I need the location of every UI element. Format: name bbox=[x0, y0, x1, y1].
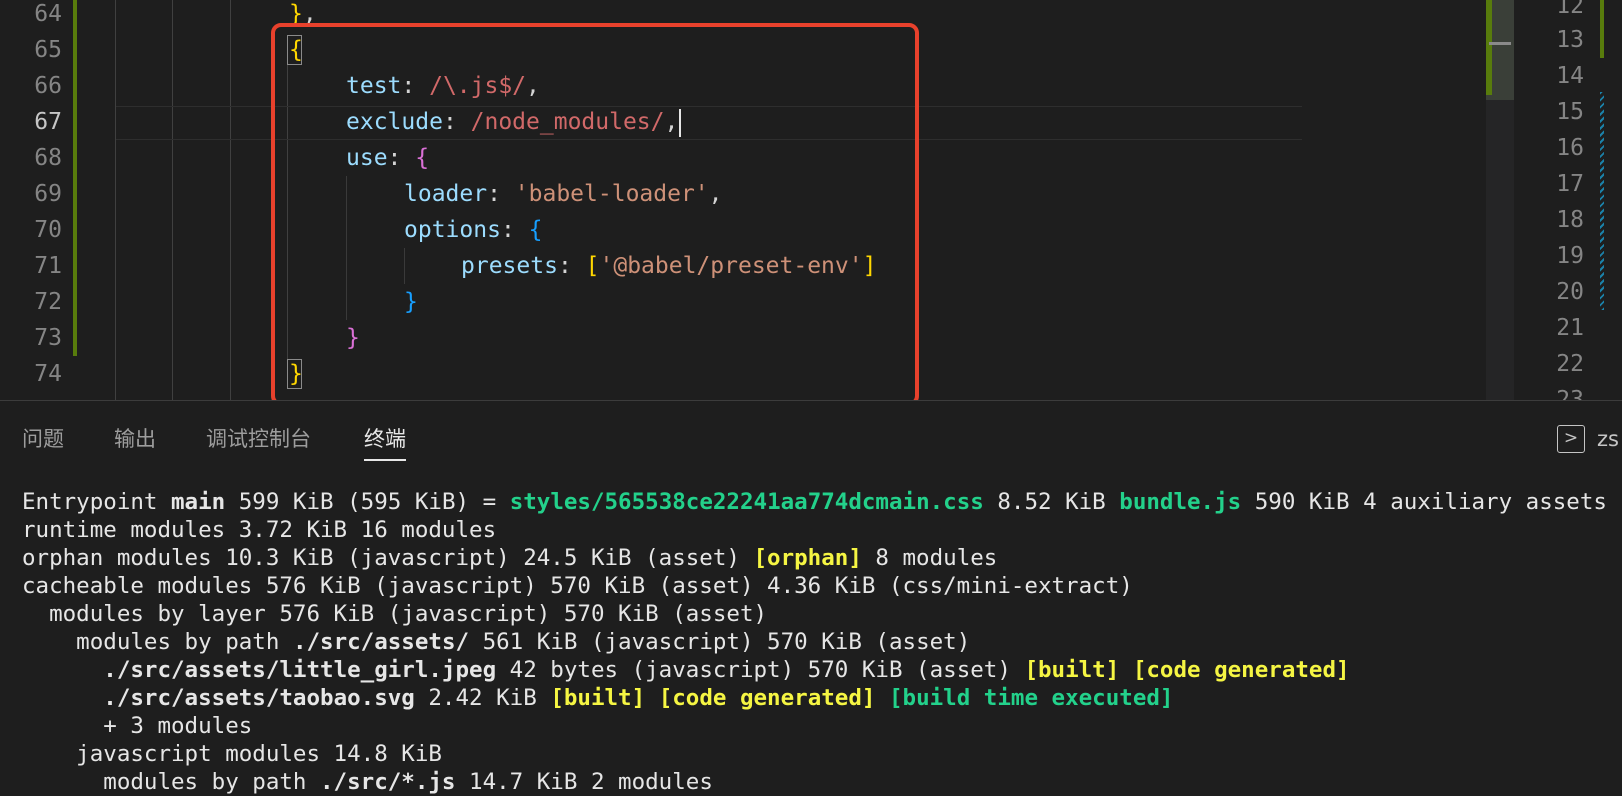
line-number: 64 bbox=[34, 1, 62, 27]
terminal-name[interactable]: zs bbox=[1597, 419, 1619, 459]
line-number: 72 bbox=[34, 289, 62, 315]
line-number: 65 bbox=[34, 37, 62, 63]
bottom-panel: 问题 输出 调试控制台 终端 > zs Entrypoint main 599 … bbox=[0, 400, 1622, 796]
indent-guide bbox=[172, 0, 173, 400]
line-number: 19 bbox=[1556, 243, 1584, 269]
terminal-line: cacheable modules 576 KiB (javascript) 5… bbox=[22, 573, 1133, 599]
line-number: 18 bbox=[1556, 207, 1584, 233]
git-change-indicator bbox=[73, 0, 77, 356]
line-number: 66 bbox=[34, 73, 62, 99]
line-number: 12 bbox=[1556, 0, 1584, 19]
terminal-line: ./src/assets/taobao.svg 2.42 KiB [built]… bbox=[103, 685, 1174, 711]
terminal-line: modules by path ./src/*.js 14.7 KiB 2 mo… bbox=[22, 769, 713, 795]
line-number: 69 bbox=[34, 181, 62, 207]
terminal-line: modules by layer 576 KiB (javascript) 57… bbox=[22, 601, 768, 627]
line-number: 68 bbox=[34, 145, 62, 171]
minimap-change-marker bbox=[1486, 0, 1492, 95]
line-number: 20 bbox=[1556, 279, 1584, 305]
line-number: 70 bbox=[34, 217, 62, 243]
annotation-highlight-box bbox=[271, 23, 919, 400]
line-number: 21 bbox=[1556, 315, 1584, 341]
terminal-line: modules by path ./src/assets/ 561 KiB (j… bbox=[22, 629, 971, 655]
line-number: 14 bbox=[1556, 63, 1584, 89]
git-modified-indicator bbox=[1600, 92, 1604, 310]
indent-guide bbox=[115, 0, 116, 400]
line-number: 17 bbox=[1556, 171, 1584, 197]
line-number: 74 bbox=[34, 361, 62, 387]
terminal-line: ./src/assets/little_girl.jpeg 42 bytes (… bbox=[103, 657, 1350, 683]
line-number: 15 bbox=[1556, 99, 1584, 125]
tab-debug-console[interactable]: 调试控制台 bbox=[206, 419, 311, 461]
line-number: 13 bbox=[1556, 27, 1584, 53]
line-number: 23 bbox=[1556, 387, 1584, 400]
terminal-line: + 3 modules bbox=[22, 713, 253, 739]
terminal-line: javascript modules 14.8 KiB bbox=[22, 741, 442, 767]
terminal-line: runtime modules 3.72 KiB 16 modules bbox=[22, 517, 497, 543]
tab-terminal[interactable]: 终端 bbox=[364, 419, 406, 461]
minimap-cursor-marker bbox=[1489, 42, 1511, 45]
terminal-icon[interactable]: > bbox=[1557, 425, 1585, 453]
terminal-line: orphan modules 10.3 KiB (javascript) 24.… bbox=[22, 545, 998, 571]
git-change-indicator bbox=[1600, 0, 1604, 58]
tab-output[interactable]: 输出 bbox=[114, 419, 156, 461]
indent-guide bbox=[230, 0, 231, 400]
minimap[interactable] bbox=[1486, 0, 1514, 400]
line-number: 16 bbox=[1556, 135, 1584, 161]
line-number: 22 bbox=[1556, 351, 1584, 377]
tab-problems[interactable]: 问题 bbox=[22, 419, 64, 461]
line-number: 73 bbox=[34, 325, 62, 351]
right-editor-pane[interactable]: 12 13 14 15 16 17 18 19 20 21 22 23 bbox=[1514, 0, 1622, 400]
line-number-active: 67 bbox=[34, 109, 62, 135]
code-editor[interactable]: 64 65 66 67 68 69 70 71 72 73 74 }, { te… bbox=[0, 0, 1622, 400]
terminal-line: Entrypoint main 599 KiB (595 KiB) = styl… bbox=[22, 489, 1607, 515]
line-number: 71 bbox=[34, 253, 62, 279]
